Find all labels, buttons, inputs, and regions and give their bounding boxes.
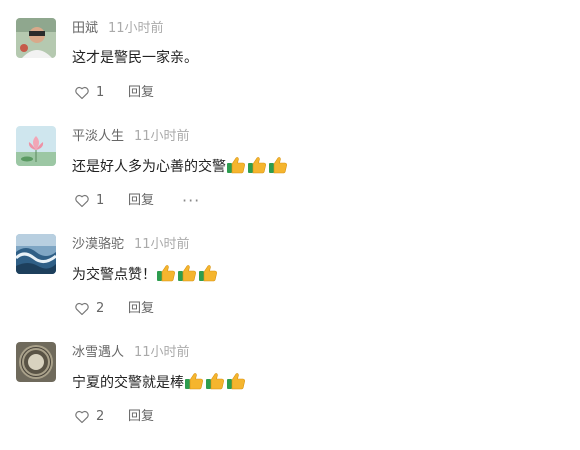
- comment-item: 平淡人生 11小时前 还是好人多为心善的交警 1 回复 ···: [0, 126, 580, 234]
- comment-meta: 田斌 11小时前: [72, 20, 164, 38]
- thumbs-up-icon: [177, 264, 197, 282]
- timestamp: 11小时前: [134, 237, 190, 252]
- reply-button[interactable]: 回复: [128, 84, 154, 102]
- username[interactable]: 冰雪遇人: [72, 345, 124, 360]
- user-avatar[interactable]: [16, 18, 56, 58]
- thumbs-up-icon: [205, 372, 225, 390]
- comment-text-body: 还是好人多为心善的交警: [72, 159, 226, 175]
- comment-item: 田斌 11小时前 这才是警民一家亲。 1 回复: [0, 18, 580, 126]
- like-button[interactable]: 1: [74, 192, 104, 210]
- heart-outline-icon: [74, 85, 90, 101]
- comment-text: 还是好人多为心善的交警: [72, 156, 289, 180]
- timestamp: 11小时前: [134, 345, 190, 360]
- thumbs-up-icon: [226, 156, 246, 174]
- thumbs-up-icon: [184, 372, 204, 390]
- thumbs-up-icon: [247, 156, 267, 174]
- thumbs-up-icon: [198, 264, 218, 282]
- comment-text-body: 为交警点赞！: [72, 267, 156, 283]
- reply-button[interactable]: 回复: [128, 192, 154, 210]
- like-count: 1: [96, 193, 105, 208]
- like-button[interactable]: 2: [74, 300, 104, 318]
- like-count: 2: [96, 301, 105, 316]
- like-button[interactable]: 1: [74, 84, 104, 102]
- comment-text-body: 这才是警民一家亲。: [72, 50, 198, 66]
- reply-button[interactable]: 回复: [128, 408, 154, 426]
- timestamp: 11小时前: [134, 129, 190, 144]
- heart-outline-icon: [74, 409, 90, 425]
- more-options-button[interactable]: ···: [182, 192, 200, 210]
- comment-text: 为交警点赞！: [72, 264, 219, 288]
- like-button[interactable]: 2: [74, 408, 104, 426]
- timestamp: 11小时前: [108, 21, 164, 36]
- thumbs-emoji-group: [156, 264, 219, 288]
- username[interactable]: 沙漠骆驼: [72, 237, 124, 252]
- heart-outline-icon: [74, 193, 90, 209]
- thumbs-emoji-group: [184, 372, 247, 396]
- comment-list: 田斌 11小时前 这才是警民一家亲。 1 回复 平淡人生 11小时前 还是好人多…: [0, 0, 580, 434]
- thumbs-emoji-group: [226, 156, 289, 180]
- username[interactable]: 平淡人生: [72, 129, 124, 144]
- username[interactable]: 田斌: [72, 21, 98, 36]
- comment-text-body: 宁夏的交警就是棒: [72, 375, 184, 391]
- user-avatar[interactable]: [16, 342, 56, 382]
- heart-outline-icon: [74, 301, 90, 317]
- comment-item: 沙漠骆驼 11小时前 为交警点赞！ 2 回复: [0, 234, 580, 342]
- reply-button[interactable]: 回复: [128, 300, 154, 318]
- like-count: 1: [96, 85, 105, 100]
- user-avatar[interactable]: [16, 234, 56, 274]
- thumbs-up-icon: [226, 372, 246, 390]
- thumbs-up-icon: [268, 156, 288, 174]
- thumbs-up-icon: [156, 264, 176, 282]
- comment-meta: 沙漠骆驼 11小时前: [72, 236, 190, 254]
- comment-meta: 冰雪遇人 11小时前: [72, 344, 190, 362]
- like-count: 2: [96, 409, 105, 424]
- comment-meta: 平淡人生 11小时前: [72, 128, 190, 146]
- comment-text: 这才是警民一家亲。: [72, 48, 198, 68]
- comment-text: 宁夏的交警就是棒: [72, 372, 247, 396]
- user-avatar[interactable]: [16, 126, 56, 166]
